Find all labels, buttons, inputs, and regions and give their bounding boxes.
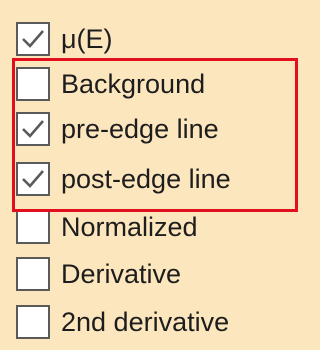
option-pre-edge-line[interactable]: pre-edge line: [16, 109, 219, 149]
checkmark-icon: [22, 120, 44, 138]
derivative-checkbox[interactable]: [16, 257, 50, 291]
derivative-label: Derivative: [61, 258, 182, 289]
checkmark-icon: [22, 170, 44, 188]
normalized-checkbox[interactable]: [16, 210, 50, 244]
pre-edge-line-checkbox[interactable]: [16, 112, 50, 146]
background-checkbox[interactable]: [16, 67, 50, 101]
2nd-derivative-checkbox[interactable]: [16, 305, 50, 339]
option-mu-e[interactable]: μ(E): [16, 19, 113, 59]
checkmark-icon: [22, 30, 44, 48]
option-derivative[interactable]: Derivative: [16, 254, 181, 294]
post-edge-line-checkbox[interactable]: [16, 162, 50, 196]
mu-e-checkbox[interactable]: [16, 22, 50, 56]
mu-e-label: μ(E): [61, 23, 113, 54]
pre-edge-line-label: pre-edge line: [61, 113, 219, 144]
option-normalized[interactable]: Normalized: [16, 207, 198, 247]
option-post-edge-line[interactable]: post-edge line: [16, 159, 231, 199]
normalized-label: Normalized: [61, 211, 198, 242]
background-label: Background: [61, 68, 206, 99]
option-2nd-derivative[interactable]: 2nd derivative: [16, 302, 229, 342]
2nd-derivative-label: 2nd derivative: [61, 306, 230, 337]
post-edge-line-label: post-edge line: [61, 163, 231, 194]
option-background[interactable]: Background: [16, 64, 205, 104]
